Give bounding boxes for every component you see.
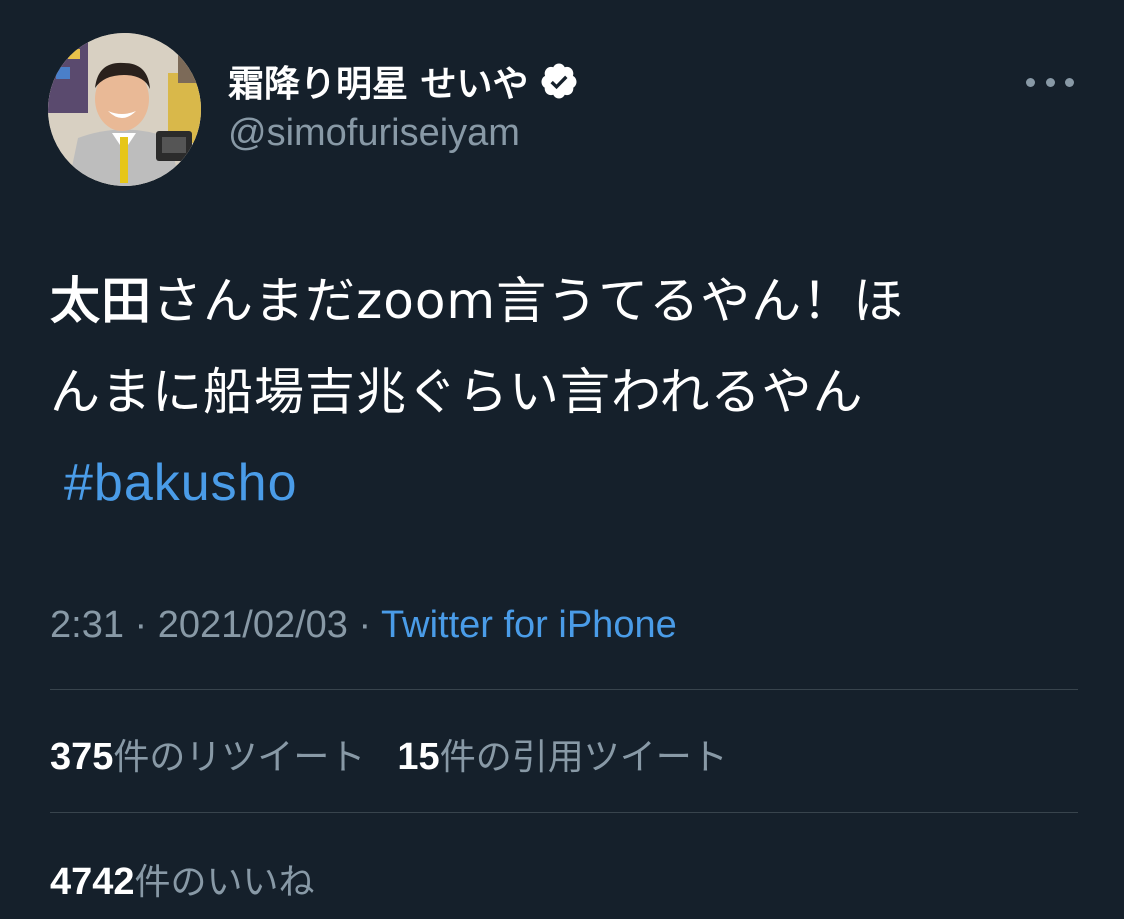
meta-separator: · xyxy=(123,604,158,646)
engagement-stats: 375件のリツイート 15件の引用ツイート xyxy=(50,728,760,780)
author-name-row[interactable]: 霜降り明星 せいや xyxy=(228,56,579,106)
tweet-time[interactable]: 2:31 xyxy=(50,604,124,646)
divider xyxy=(50,812,1078,813)
avatar-photo xyxy=(48,33,201,186)
retweets-stat[interactable]: 375件のリツイート xyxy=(50,728,365,780)
likes-stats: 4742件のいいね xyxy=(50,853,347,905)
likes-stat[interactable]: 4742件のいいね xyxy=(50,853,315,905)
quotes-label: 件の引用ツイート xyxy=(439,737,728,778)
tweet-detail: 霜降り明星 せいや @simofuriseiyam 太田さんまだzoom言うてる… xyxy=(0,0,1124,919)
avatar[interactable] xyxy=(48,33,201,186)
meta-separator: · xyxy=(347,604,382,646)
tweet-text-line-1: 太田さんまだzoom言うてるやん！ほ xyxy=(50,256,1090,347)
tweet-source-link[interactable]: Twitter for iPhone xyxy=(381,604,677,646)
likes-label: 件のいいね xyxy=(134,862,315,903)
likes-count: 4742 xyxy=(50,861,135,903)
more-options-icon[interactable] xyxy=(1026,66,1074,98)
divider xyxy=(50,689,1078,690)
tweet-text-bold: 太田 xyxy=(50,272,152,330)
tweet-text-rest: さんまだzoom言うてるやん！ほ xyxy=(152,272,905,330)
display-name[interactable]: 霜降り明星 せいや xyxy=(228,55,529,107)
tweet-text: 太田さんまだzoom言うてるやん！ほ んまに船場吉兆ぐらい言われるやん #bak… xyxy=(50,256,1090,529)
tweet-meta: 2:31 · 2021/02/03 · Twitter for iPhone xyxy=(50,604,677,647)
tweet-text-line-2: んまに船場吉兆ぐらい言われるやん xyxy=(50,363,864,421)
user-handle[interactable]: @simofuriseiyam xyxy=(228,112,520,155)
hashtag-link[interactable]: #bakusho xyxy=(64,454,298,512)
tweet-date[interactable]: 2021/02/03 xyxy=(158,604,348,646)
retweets-count: 375 xyxy=(50,736,114,778)
tweet-text-line-3: #bakusho xyxy=(50,438,1090,529)
quotes-count: 15 xyxy=(397,736,440,778)
retweets-label: 件のリツイート xyxy=(113,737,366,778)
quotes-stat[interactable]: 15件の引用ツイート xyxy=(397,728,727,780)
verified-badge-icon xyxy=(539,61,579,101)
